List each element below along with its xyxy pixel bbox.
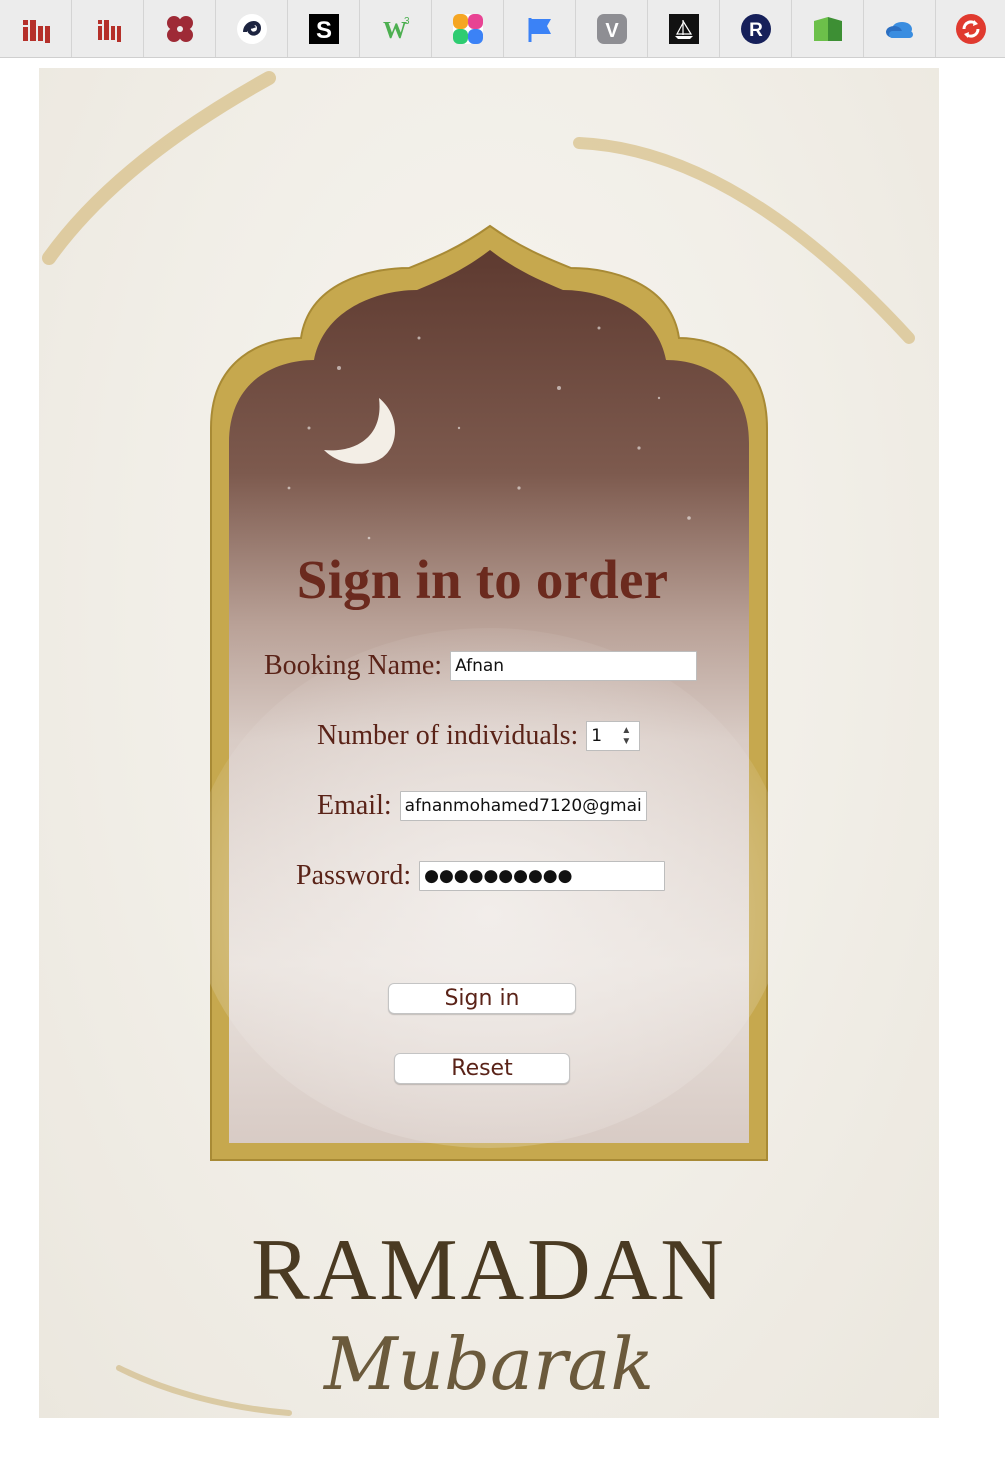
flag-icon: [528, 17, 551, 42]
form-title: Sign in to order: [296, 549, 669, 610]
booking-name-label: Booking Name:: [264, 650, 443, 681]
app-iti-logo-2[interactable]: [72, 0, 144, 57]
app-flag[interactable]: [504, 0, 576, 57]
app-v-badge[interactable]: V: [576, 0, 648, 57]
swirl-logo-icon: [236, 13, 267, 44]
app-ship[interactable]: [648, 0, 720, 57]
svg-text:S: S: [315, 17, 331, 44]
individuals-label: Number of individuals:: [317, 720, 579, 751]
chevron-up-icon[interactable]: ▲: [621, 725, 631, 736]
svg-text:R: R: [749, 20, 763, 41]
email-row: Email:: [317, 790, 647, 822]
iti-logo-icon: [22, 19, 50, 43]
app-bar: S W 3 V R: [0, 0, 1005, 58]
password-label: Password:: [296, 860, 412, 891]
password-row: Password:: [296, 860, 666, 892]
individuals-stepper[interactable]: 1 ▲ ▼: [586, 721, 641, 751]
booking-name-row: Booking Name:: [264, 650, 698, 682]
booking-name-input[interactable]: [450, 651, 698, 681]
app-color-wheel[interactable]: [432, 0, 504, 57]
scribd-s-icon: S: [308, 13, 339, 44]
app-w3schools[interactable]: W 3: [360, 0, 432, 57]
chevron-down-icon[interactable]: ▼: [621, 736, 631, 747]
svg-text:V: V: [605, 20, 619, 42]
ship-logo-icon: [668, 13, 699, 44]
app-iti-logo[interactable]: [0, 0, 72, 57]
ramadan-heading: RAMADAN: [251, 1222, 727, 1319]
green-book-icon: [813, 16, 842, 41]
svg-text:3: 3: [404, 16, 410, 27]
v-badge-icon: V: [596, 13, 627, 44]
quatrefoil-logo-icon: [166, 15, 193, 42]
onedrive-cloud-icon: [885, 21, 913, 38]
email-label: Email:: [317, 790, 392, 821]
red-refresh-icon: [955, 13, 986, 44]
app-swirl[interactable]: [216, 0, 288, 57]
color-wheel-icon: [452, 13, 483, 44]
app-onedrive[interactable]: [864, 0, 936, 57]
iti-logo-small-icon: [97, 19, 121, 42]
mubarak-script: Mubarak: [323, 1322, 655, 1406]
password-field[interactable]: [419, 861, 666, 891]
r-circle-icon: R: [740, 13, 771, 44]
app-r-circle[interactable]: R: [720, 0, 792, 57]
individuals-row: Number of individuals: 1 ▲ ▼: [317, 720, 641, 752]
email-field[interactable]: [399, 791, 647, 821]
stepper-arrows[interactable]: ▲ ▼: [617, 723, 635, 749]
sign-in-button[interactable]: Sign in: [388, 983, 576, 1014]
individuals-value: 1: [591, 726, 603, 746]
app-green-book[interactable]: [792, 0, 864, 57]
reset-button[interactable]: Reset: [394, 1053, 570, 1084]
app-quatrefoil[interactable]: [144, 0, 216, 57]
w3schools-icon: W 3: [383, 16, 410, 44]
app-scribd[interactable]: S: [288, 0, 360, 57]
app-red-refresh[interactable]: [936, 0, 1005, 57]
